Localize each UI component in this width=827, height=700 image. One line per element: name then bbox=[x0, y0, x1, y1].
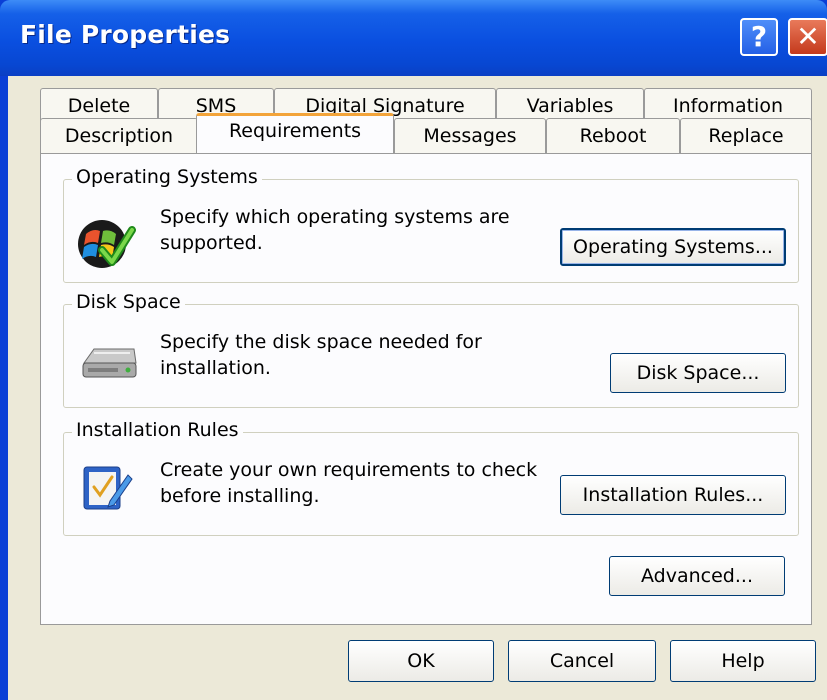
close-title-button[interactable]: ✕ bbox=[788, 18, 827, 56]
close-icon: ✕ bbox=[796, 20, 820, 53]
file-properties-window: File Properties ? ✕ Delete SMS Digital S… bbox=[0, 0, 827, 700]
tab-description[interactable]: Description bbox=[40, 118, 198, 154]
group-label-operating-systems: Operating Systems bbox=[72, 166, 262, 188]
tab-requirements[interactable]: Requirements bbox=[196, 113, 394, 153]
windows-check-icon bbox=[78, 220, 136, 268]
disk-description-line1: Specify the disk space needed for bbox=[160, 331, 482, 353]
hard-drive-icon bbox=[82, 348, 137, 378]
tab-messages[interactable]: Messages bbox=[394, 118, 546, 154]
disk-description: Specify the disk space needed for instal… bbox=[160, 329, 482, 381]
installation-rules-button[interactable]: Installation Rules... bbox=[560, 475, 786, 515]
group-label-installation-rules: Installation Rules bbox=[72, 419, 243, 441]
group-operating-systems: Operating Systems Specify which operatin… bbox=[63, 166, 799, 283]
tab-replace[interactable]: Replace bbox=[680, 118, 812, 154]
checklist-pen-icon bbox=[83, 466, 133, 510]
disk-description-line2: installation. bbox=[160, 357, 271, 379]
operating-systems-button[interactable]: Operating Systems... bbox=[560, 228, 786, 266]
rules-description: Create your own requirements to check be… bbox=[160, 457, 537, 509]
title-bar[interactable]: File Properties ? ✕ bbox=[0, 0, 827, 76]
help-button[interactable]: Help bbox=[670, 640, 816, 682]
advanced-button[interactable]: Advanced... bbox=[609, 556, 785, 596]
group-disk-space: Disk Space Specify the disk space needed… bbox=[63, 291, 799, 408]
group-label-disk-space: Disk Space bbox=[72, 291, 185, 313]
ok-button[interactable]: OK bbox=[348, 640, 494, 682]
rules-description-line2: before installing. bbox=[160, 485, 320, 507]
requirements-panel: Operating Systems Specify which operatin… bbox=[40, 153, 812, 625]
rules-description-line1: Create your own requirements to check bbox=[160, 459, 538, 481]
disk-space-button[interactable]: Disk Space... bbox=[610, 353, 786, 393]
os-description-line2: supported. bbox=[160, 232, 263, 254]
help-icon: ? bbox=[750, 20, 768, 53]
os-description: Specify which operating systems are supp… bbox=[160, 204, 510, 256]
help-title-button[interactable]: ? bbox=[740, 18, 778, 56]
group-installation-rules: Installation Rules Create your own requi… bbox=[63, 419, 799, 536]
cancel-button[interactable]: Cancel bbox=[508, 640, 656, 682]
window-title: File Properties bbox=[20, 20, 231, 49]
os-description-line1: Specify which operating systems are bbox=[160, 206, 510, 228]
tab-reboot[interactable]: Reboot bbox=[546, 118, 680, 154]
